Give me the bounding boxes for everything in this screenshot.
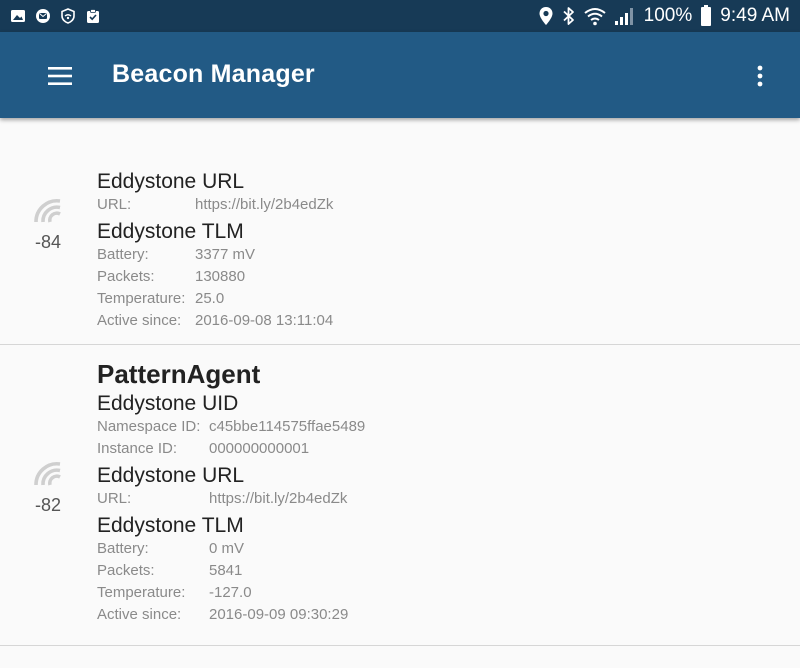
field-row: Packets: 130880	[97, 266, 333, 288]
rssi-value: -84	[34, 232, 61, 252]
battery-percentage: 100%	[643, 5, 693, 26]
field-value: 2016-09-08 13:11:04	[195, 312, 334, 329]
field-row: Instance ID: 000000000001	[97, 438, 365, 460]
beacon-details: Eddystone URL URL: https://bit.ly/2b4edZ…	[97, 169, 333, 332]
field-value: 130880	[195, 268, 246, 285]
field-value: 0 mV	[209, 540, 245, 557]
hamburger-menu-icon	[48, 67, 72, 85]
location-icon	[539, 7, 553, 25]
app-title: Beacon Manager	[112, 60, 315, 88]
field-label: Battery:	[97, 540, 149, 557]
app-bar: Beacon Manager	[0, 32, 800, 118]
field-label: Temperature:	[97, 584, 186, 601]
battery-icon	[701, 5, 712, 26]
field-label: URL:	[97, 196, 132, 213]
wifi-icon	[584, 8, 606, 26]
notification-icons	[10, 8, 101, 24]
field-row: Active since: 2016-09-08 13:11:04	[97, 310, 333, 332]
signal-strength-icon	[34, 198, 61, 223]
field-label: Instance ID:	[97, 440, 178, 457]
field-value: 000000000001	[209, 440, 310, 457]
field-value: c45bbe114575ffae5489	[209, 418, 366, 435]
field-label: Namespace ID:	[97, 418, 201, 435]
bluetooth-icon	[563, 7, 574, 25]
status-bar: 100% 9:49 AM	[0, 0, 800, 32]
frame-title: Eddystone TLM	[97, 514, 244, 537]
field-row: Temperature: 25.0	[97, 288, 333, 310]
rssi-indicator: -82	[0, 461, 96, 516]
shield-wifi-icon	[61, 8, 75, 24]
beacon-list-item[interactable]: -82 PatternAgent Eddystone UID Namespace…	[0, 345, 800, 646]
clock: 9:49 AM	[720, 5, 790, 26]
field-row: Packets: 5841	[97, 560, 365, 582]
field-label: Temperature:	[97, 290, 186, 307]
cell-signal-icon	[614, 8, 633, 25]
device-name: PatternAgent	[97, 359, 261, 389]
field-row: URL: https://bit.ly/2b4edZk	[97, 488, 365, 510]
clipboard-check-icon	[87, 9, 99, 23]
field-value: 5841	[209, 562, 243, 579]
beacon-details: PatternAgent Eddystone UID Namespace ID:…	[97, 359, 365, 626]
more-vertical-icon	[757, 65, 763, 87]
navigation-menu-button[interactable]	[36, 52, 84, 100]
field-label: Active since:	[97, 312, 182, 329]
field-row: Battery: 0 mV	[97, 538, 365, 560]
beacon-list-item[interactable]: -84 Eddystone URL URL: https://bit.ly/2b…	[0, 118, 800, 345]
field-label: URL:	[97, 490, 132, 507]
field-value: 3377 mV	[195, 246, 256, 263]
field-row: Temperature: -127.0	[97, 582, 365, 604]
field-label: Battery:	[97, 246, 149, 263]
field-value: -127.0	[209, 584, 252, 601]
signal-strength-icon	[34, 461, 61, 486]
field-label: Active since:	[97, 606, 182, 623]
frame-title: Eddystone UID	[97, 392, 239, 415]
field-label: Packets:	[97, 268, 155, 285]
system-indicators: 100% 9:49 AM	[538, 0, 790, 32]
field-value: 2016-09-09 09:30:29	[209, 606, 349, 623]
field-value: https://bit.ly/2b4edZk	[195, 196, 334, 213]
frame-title: Eddystone URL	[97, 464, 245, 487]
field-row: Active since: 2016-09-09 09:30:29	[97, 604, 365, 626]
field-label: Packets:	[97, 562, 155, 579]
field-row: Namespace ID: c45bbe114575ffae5489	[97, 416, 365, 438]
field-value: https://bit.ly/2b4edZk	[209, 490, 348, 507]
rssi-value: -82	[34, 495, 61, 515]
image-icon	[11, 10, 25, 22]
frame-title: Eddystone TLM	[97, 220, 244, 243]
field-row: URL: https://bit.ly/2b4edZk	[97, 194, 333, 216]
rssi-indicator: -84	[0, 198, 96, 253]
field-value: 25.0	[195, 290, 225, 307]
field-row: Battery: 3377 mV	[97, 244, 333, 266]
frame-title: Eddystone URL	[97, 170, 245, 193]
message-icon	[36, 9, 50, 23]
overflow-menu-button[interactable]	[736, 52, 784, 100]
